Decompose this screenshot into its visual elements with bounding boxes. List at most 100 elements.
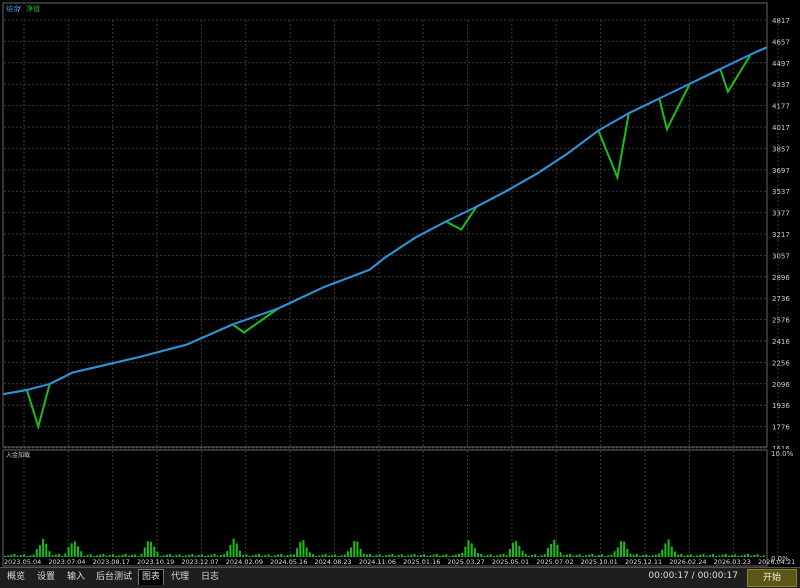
load-bar [302,540,305,557]
load-bar [96,555,99,557]
load-bar [73,541,76,557]
load-bar [492,556,495,557]
load-bar [604,556,607,557]
load-bar [353,541,356,557]
load-bar [210,554,213,557]
load-bar [226,551,229,557]
load-bar [740,555,743,557]
series-point [94,366,97,369]
load-bar [591,553,594,557]
load-bar [715,556,718,557]
load-bar [150,541,153,557]
load-bar [746,553,749,557]
load-bar [105,555,108,557]
tab-overview[interactable]: 概览 [4,570,28,585]
load-bar [464,546,467,557]
ytick-label: 2736 [772,295,790,303]
load-bar [623,541,626,557]
load-bar [753,554,756,557]
ytick-label: 3217 [772,231,790,239]
load-bar [435,553,438,557]
load-bar [413,553,416,557]
load-bar [181,556,184,557]
load-bar [270,556,273,557]
load-bar [35,549,38,557]
load-bar [204,556,207,557]
load-bar [251,555,254,557]
load-bar [502,553,505,557]
load-bar [200,554,203,557]
load-bar [89,554,92,557]
ytick-label: 4817 [772,17,790,25]
load-bar [29,555,32,557]
deposit-load-chart: 入金加载 10.0% 0.0% 2023.05.04 2023.07.04 2023… [2,449,795,567]
tab-journal[interactable]: 日志 [198,570,222,585]
load-bar [705,555,708,557]
tab-settings[interactable]: 设置 [34,570,58,585]
load-bar [743,554,746,557]
load-bar [696,555,699,557]
tab-graph[interactable]: 图表 [138,569,165,585]
load-bar [131,554,133,557]
load-bar [692,556,695,557]
load-bar [699,554,702,557]
load-bar [197,554,200,557]
xtick-label: 2023.08.17 [93,558,130,566]
series-point [475,205,478,208]
load-bar [632,554,635,557]
load-bar [635,553,638,557]
load-bar [531,554,534,557]
start-button[interactable]: 开始 [747,569,797,587]
load-bar [365,554,368,557]
ytick-label: 4337 [772,81,790,89]
load-bar [216,555,219,557]
load-bar [286,554,289,557]
load-bar [610,554,613,557]
load-bar [292,554,295,557]
load-bar [51,555,54,557]
xtick-label: 2023.07.04 [48,558,85,566]
tab-agents[interactable]: 代理 [168,570,192,585]
load-bar [667,539,670,557]
series-point [37,425,40,428]
load-bar [57,553,60,557]
load-bar [473,548,476,557]
series-point [658,97,661,100]
series-point [765,46,767,49]
tab-inputs[interactable]: 输入 [64,570,88,585]
load-bar [318,555,321,557]
load-bar [172,555,175,557]
load-bar [248,556,251,557]
load-bar [565,554,568,557]
load-bar [16,555,19,557]
load-bar [146,541,149,557]
load-bar [375,554,378,557]
load-bar [178,554,181,557]
load-bar [315,556,318,557]
ytick-label: 1776 [772,424,790,432]
load-bar [308,552,311,557]
series-point [277,307,280,310]
load-bar [429,555,432,557]
load-bar [454,554,457,557]
load-bar [45,543,48,557]
load-bar [756,554,759,557]
load-bar [461,552,464,557]
ytick-label: 3697 [772,167,790,175]
load-bar [677,554,680,557]
series-point [688,82,691,85]
load-bar [626,548,629,557]
load-bar [99,554,102,557]
load-bar [13,553,16,557]
load-bar [305,547,308,557]
load-bar [734,554,737,557]
tab-backtest[interactable]: 后台测试 [93,570,135,585]
load-bar [642,554,645,557]
load-bar [527,555,530,557]
load-bar [524,553,527,557]
load-bar [337,556,340,557]
load-bar [419,554,422,557]
load-bar [489,554,492,557]
load-bar [613,551,616,557]
legend-equity: 净值 [26,4,40,13]
